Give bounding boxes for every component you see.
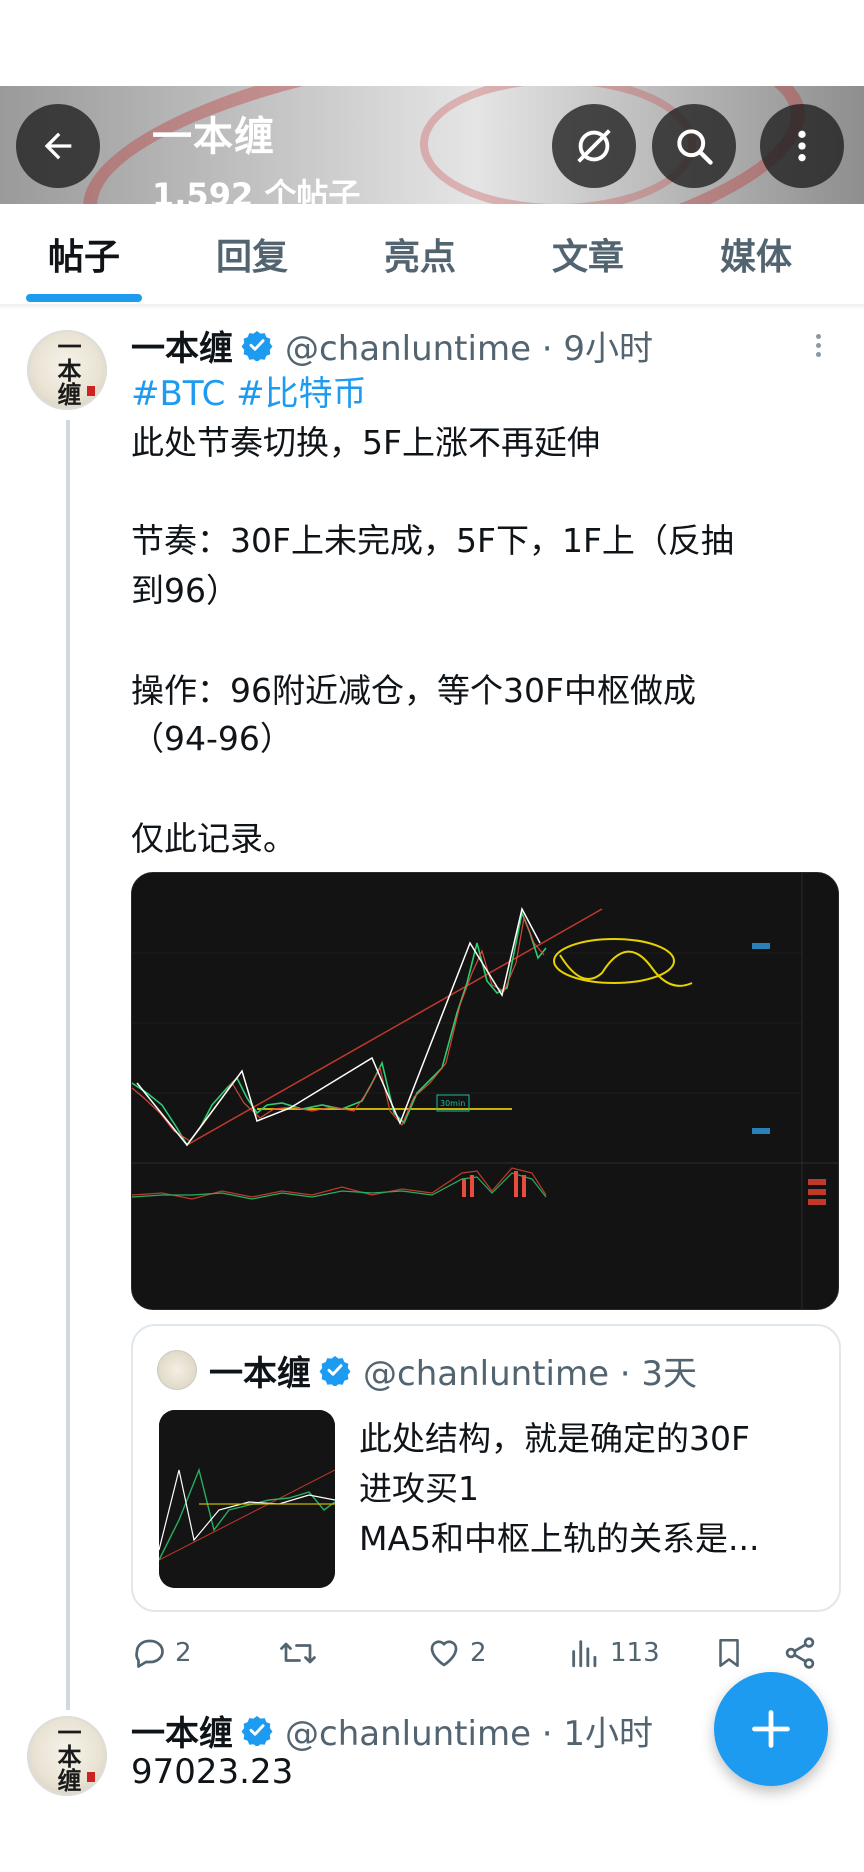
signal-button[interactable]	[552, 104, 636, 188]
bookmark-button[interactable]	[712, 1628, 746, 1678]
plus-icon	[752, 1710, 790, 1748]
views-button[interactable]: 113	[568, 1628, 660, 1678]
post-line: 节奏：30F上未完成，5F下，1F上（反抽	[131, 521, 734, 560]
post-header: 一本缠 @chanluntime · 1小时	[131, 1706, 653, 1755]
no-signal-icon	[577, 129, 611, 163]
quoted-avatar	[157, 1350, 197, 1390]
quoted-line: 进攻买1	[359, 1469, 479, 1508]
more-vertical-icon	[798, 130, 806, 162]
author-name[interactable]: 一本缠	[131, 1706, 233, 1755]
tab-highlights[interactable]: 亮点	[336, 204, 504, 304]
quoted-thumbnail	[159, 1410, 335, 1588]
avatar-glyphs: 一本缠	[53, 1720, 82, 1792]
post-header: 一本缠 @chanluntime · 9小时	[131, 324, 653, 369]
avatar[interactable]: 一本缠	[27, 1716, 107, 1796]
avatar[interactable]: 一本缠	[27, 330, 107, 410]
chart-box-label: 30min	[440, 1099, 465, 1108]
more-button[interactable]	[760, 104, 844, 188]
active-tab-indicator	[26, 294, 142, 302]
quoted-author-name: 一本缠	[209, 1353, 311, 1394]
views-count: 113	[610, 1638, 660, 1668]
post-more-menu[interactable]	[808, 330, 828, 366]
reply-count: 2	[175, 1638, 192, 1668]
verified-badge-icon	[241, 1716, 273, 1746]
quoted-header: 一本缠 @chanluntime · 3天	[209, 1348, 698, 1394]
tab-media[interactable]: 媒体	[672, 204, 840, 304]
status-bar-area	[0, 0, 864, 86]
post-line: 仅此记录。	[131, 819, 296, 858]
views-icon	[572, 1640, 597, 1668]
author-name[interactable]: 一本缠	[131, 321, 233, 370]
profile-header: 一本缠 1,592 个帖子	[0, 86, 864, 204]
quoted-line: MA5和中枢上轨的关系是...	[359, 1519, 760, 1558]
post-line: 操作：96附近减仓，等个30F中枢做成	[131, 671, 696, 710]
share-button[interactable]	[782, 1628, 818, 1678]
verified-badge-icon	[319, 1356, 351, 1386]
quoted-line: 此处结构，就是确定的30F	[359, 1419, 750, 1458]
seal-mark	[87, 386, 95, 396]
thread-line	[66, 420, 70, 1710]
divider	[0, 304, 864, 310]
share-icon	[785, 1637, 815, 1669]
like-button[interactable]: 2	[426, 1628, 487, 1678]
tab-posts[interactable]: 帖子	[0, 204, 168, 304]
seal-mark	[87, 1772, 95, 1782]
verified-badge-icon	[241, 331, 273, 361]
tab-replies[interactable]: 回复	[168, 204, 336, 304]
back-button[interactable]	[16, 104, 100, 188]
post-count: 1,592 个帖子	[152, 176, 361, 204]
post-body: 97023.23	[131, 1752, 294, 1792]
post-line: 到96）	[131, 571, 239, 610]
post-line: （94-96）	[131, 719, 293, 758]
bookmark-icon	[719, 1638, 739, 1668]
post-image[interactable]: 30min	[131, 872, 839, 1310]
post-line: 此处节奏切换，5F上涨不再延伸	[131, 423, 600, 462]
like-count: 2	[470, 1638, 487, 1668]
tab-articles[interactable]: 文章	[504, 204, 672, 304]
hashtags[interactable]: #BTC #比特币	[131, 366, 367, 415]
author-handle-time[interactable]: @chanluntime · 9小时	[285, 321, 653, 370]
back-arrow-icon	[44, 132, 72, 160]
profile-tabs: 帖子 回复 亮点 文章 媒体	[0, 204, 864, 305]
reply-button[interactable]: 2	[131, 1628, 192, 1678]
search-button[interactable]	[652, 104, 736, 188]
author-handle-time[interactable]: @chanluntime · 1小时	[285, 1706, 653, 1755]
retweet-button[interactable]	[278, 1628, 326, 1678]
header-title: 一本缠	[152, 114, 275, 160]
reply-icon	[135, 1639, 164, 1668]
avatar-glyphs: 一本缠	[53, 334, 82, 406]
compose-button[interactable]	[714, 1672, 828, 1786]
chart-screenshot: 30min	[132, 873, 838, 1309]
quoted-post[interactable]: 一本缠 @chanluntime · 3天 此处结构，就是确定的30F 进攻买1…	[131, 1324, 841, 1612]
search-icon	[677, 129, 713, 165]
retweet-icon	[280, 1642, 316, 1664]
like-icon	[430, 1640, 458, 1667]
quoted-handle-time: @chanluntime · 3天	[363, 1353, 698, 1394]
